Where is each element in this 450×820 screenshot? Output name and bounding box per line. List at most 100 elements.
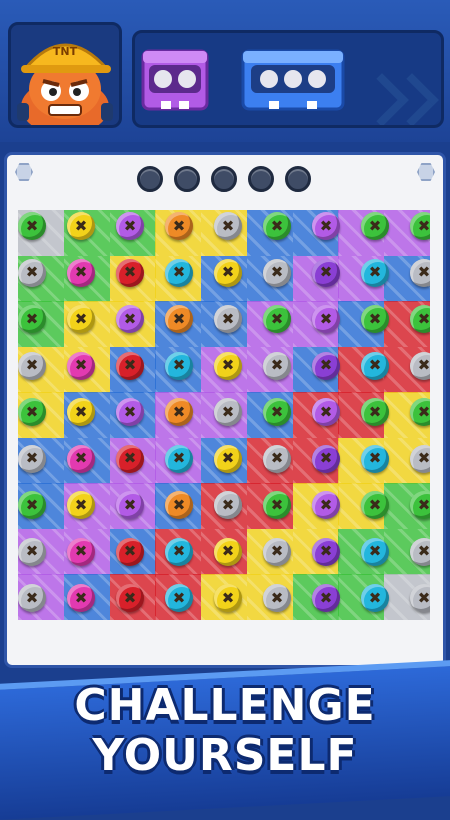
screw-button[interactable]: ✖: [67, 351, 95, 380]
screw-button[interactable]: ✖: [18, 537, 46, 566]
screw-button[interactable]: ✖: [67, 444, 95, 473]
screw-button[interactable]: ✖: [214, 444, 242, 473]
screw-button[interactable]: ✖: [361, 398, 389, 426]
screw-button[interactable]: ✖: [67, 305, 95, 333]
screw-button[interactable]: ✖: [312, 351, 340, 380]
screw-button[interactable]: ✖: [361, 305, 389, 333]
screw-cross-icon: ✖: [417, 263, 430, 281]
screw-button[interactable]: ✖: [116, 305, 144, 333]
screw-button[interactable]: ✖: [67, 491, 95, 519]
screw-button[interactable]: ✖: [116, 351, 144, 380]
screw-button[interactable]: ✖: [165, 258, 193, 287]
screw-button[interactable]: ✖: [214, 584, 242, 612]
screw-cross-icon: ✖: [221, 588, 235, 607]
avatar[interactable]: TNT: [8, 22, 122, 128]
screw-button[interactable]: ✖: [410, 398, 430, 426]
screw-button[interactable]: ✖: [18, 398, 46, 426]
screw-button[interactable]: ✖: [214, 212, 242, 240]
screw-button[interactable]: ✖: [263, 444, 291, 473]
screw-button[interactable]: ✖: [165, 537, 193, 566]
screw-button[interactable]: ✖: [18, 444, 46, 473]
screw-button[interactable]: ✖: [214, 398, 242, 426]
screw-button[interactable]: ✖: [67, 537, 95, 566]
screw-button[interactable]: ✖: [165, 305, 193, 333]
screw-button[interactable]: ✖: [18, 305, 46, 333]
screw-button[interactable]: ✖: [214, 351, 242, 380]
screw-button[interactable]: ✖: [116, 258, 144, 287]
screw-button[interactable]: ✖: [361, 351, 389, 380]
screw-cross-icon: ✖: [123, 356, 137, 374]
screw-cross-icon: ✖: [123, 309, 137, 328]
screw-cross-icon: ✖: [123, 588, 137, 607]
screw-button[interactable]: ✖: [410, 212, 430, 240]
toolbox-blue-icon[interactable]: [239, 43, 347, 117]
screw-cross-icon: ✖: [270, 495, 284, 514]
screw-button[interactable]: ✖: [116, 584, 144, 612]
screw-button[interactable]: ✖: [410, 491, 430, 519]
screw-cross-icon: ✖: [368, 495, 382, 514]
screw-button[interactable]: ✖: [263, 258, 291, 287]
screw-cross-icon: ✖: [417, 216, 430, 235]
screw-button[interactable]: ✖: [18, 351, 46, 380]
screw-button[interactable]: ✖: [116, 444, 144, 473]
screw-cross-icon: ✖: [25, 495, 39, 514]
screw-button[interactable]: ✖: [18, 258, 46, 287]
screw-button[interactable]: ✖: [67, 212, 95, 240]
screw-button[interactable]: ✖: [410, 351, 430, 380]
screw-button[interactable]: ✖: [116, 212, 144, 240]
screw-button[interactable]: ✖: [263, 537, 291, 566]
screw-cross-icon: ✖: [221, 542, 235, 560]
toolbox-purple-icon[interactable]: [139, 43, 211, 117]
screw-button[interactable]: ✖: [165, 584, 193, 612]
screw-cross-icon: ✖: [74, 263, 88, 281]
screw-button[interactable]: ✖: [410, 305, 430, 333]
screw-button[interactable]: ✖: [312, 584, 340, 612]
screw-button[interactable]: ✖: [312, 258, 340, 287]
screw-button[interactable]: ✖: [410, 444, 430, 473]
screw-cross-icon: ✖: [74, 495, 88, 514]
screw-button[interactable]: ✖: [312, 305, 340, 333]
screw-cross-icon: ✖: [25, 356, 39, 374]
screw-button[interactable]: ✖: [263, 491, 291, 519]
screw-button[interactable]: ✖: [312, 537, 340, 566]
screw-cross-icon: ✖: [368, 449, 382, 467]
screw-button[interactable]: ✖: [312, 491, 340, 519]
screw-button[interactable]: ✖: [263, 212, 291, 240]
screw-button[interactable]: ✖: [214, 258, 242, 287]
screw-button[interactable]: ✖: [312, 444, 340, 473]
screw-button[interactable]: ✖: [18, 212, 46, 240]
screw-button[interactable]: ✖: [116, 491, 144, 519]
screw-button[interactable]: ✖: [312, 212, 340, 240]
screw-cross-icon: ✖: [25, 309, 39, 328]
screw-button[interactable]: ✖: [361, 491, 389, 519]
screw-button[interactable]: ✖: [361, 537, 389, 566]
screw-button[interactable]: ✖: [361, 584, 389, 612]
screw-button[interactable]: ✖: [214, 305, 242, 333]
screw-button[interactable]: ✖: [263, 305, 291, 333]
screw-button[interactable]: ✖: [410, 537, 430, 566]
screw-button[interactable]: ✖: [18, 584, 46, 612]
screw-button[interactable]: ✖: [67, 398, 95, 426]
screw-button[interactable]: ✖: [18, 491, 46, 519]
screw-button[interactable]: ✖: [312, 398, 340, 426]
screw-button[interactable]: ✖: [116, 398, 144, 426]
screw-button[interactable]: ✖: [67, 584, 95, 612]
screw-button[interactable]: ✖: [116, 537, 144, 566]
screw-button[interactable]: ✖: [214, 537, 242, 566]
screw-button[interactable]: ✖: [165, 491, 193, 519]
screw-button[interactable]: ✖: [165, 212, 193, 240]
screw-button[interactable]: ✖: [263, 351, 291, 380]
screw-button[interactable]: ✖: [165, 351, 193, 380]
screw-button[interactable]: ✖: [263, 398, 291, 426]
screw-button[interactable]: ✖: [214, 491, 242, 519]
screw-button[interactable]: ✖: [361, 212, 389, 240]
screw-button[interactable]: ✖: [361, 258, 389, 287]
screw-button[interactable]: ✖: [67, 258, 95, 287]
screw-button[interactable]: ✖: [165, 444, 193, 473]
screw-button[interactable]: ✖: [410, 584, 430, 612]
screw-button[interactable]: ✖: [263, 584, 291, 612]
screw-button[interactable]: ✖: [361, 444, 389, 473]
screw-button[interactable]: ✖: [410, 258, 430, 287]
screw-button[interactable]: ✖: [165, 398, 193, 426]
screw-cross-icon: ✖: [123, 402, 137, 421]
